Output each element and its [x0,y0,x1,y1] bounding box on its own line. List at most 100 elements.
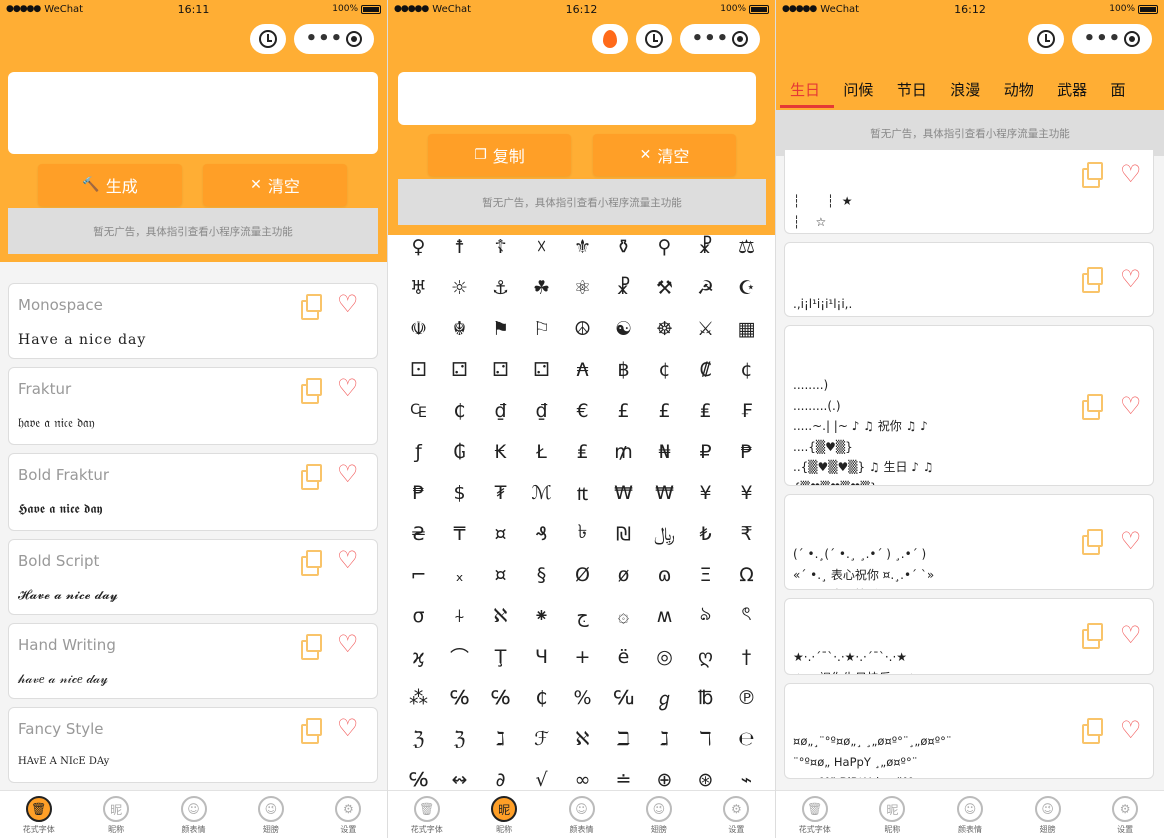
art-card[interactable]: ¤ø„¸¨°º¤ø„¸ ¸„ø¤º°¨¸„ø¤º°¨ ¨°º¤ø„ HaPpY … [784,683,1154,779]
symbol-cell[interactable]: ₵ [521,679,562,716]
symbol-cell[interactable]: ☮ [562,310,603,347]
symbol-cell[interactable]: ⁕ [521,597,562,634]
font-card[interactable]: Bold Fraktur 𝕳𝖆𝖛𝖊 𝖆 𝖓𝖎𝖈𝖊 𝖉𝖆𝖞 ♡ [8,453,378,531]
symbol-cell[interactable]: Ø [562,556,603,593]
symbol-cell[interactable]: ₦ [644,433,685,470]
text-input[interactable] [8,72,378,154]
symbol-cell[interactable]: ℗ [726,679,767,716]
symbol-cell[interactable]: ♅ [398,269,439,306]
symbol-cell[interactable]: ⍭ [439,597,480,634]
symbol-cell[interactable]: ¥ [726,474,767,511]
symbol-cell[interactable]: ۞ [603,597,644,634]
nickname-input[interactable] [398,72,756,125]
symbol-cell[interactable]: ₣ [726,392,767,429]
tab-wings[interactable]: 😉 翅膀 [620,791,697,838]
tab-wings[interactable]: 😉 翅膀 [1009,791,1087,838]
symbol-cell[interactable]: ฿ [603,351,644,388]
tab-emoticon[interactable]: ☺ 颜表情 [155,791,232,838]
tab-weapon[interactable]: 武器 [1057,68,1110,110]
tab-fancy-fonts[interactable]: 🗑 花式字体 [388,791,465,838]
symbol-cell[interactable]: ☧ [603,269,644,306]
symbol-cell[interactable]: ℱ [521,720,562,757]
symbol-cell[interactable]: ☬ [439,310,480,347]
clear-button[interactable]: ✕ 清空 [203,164,347,206]
miniprogram-capsule[interactable]: ••• [294,24,374,54]
symbol-cell[interactable]: σ [398,597,439,634]
symbol-cell[interactable]: ϗ [398,638,439,675]
copy-button[interactable] [1080,162,1108,190]
symbol-cell[interactable]: ℔ [685,679,726,716]
symbol-cell[interactable]: ☸ [644,310,685,347]
tab-face[interactable]: 面 [1111,68,1164,110]
favorite-heart-icon[interactable]: ♡ [337,716,359,740]
symbol-cell[interactable]: ℊ [644,679,685,716]
more-icon[interactable]: ••• [692,30,730,48]
symbol-cell[interactable]: ₶ [562,474,603,511]
symbol-cell[interactable]: ☪ [726,269,767,306]
symbol-cell[interactable]: ₱ [398,474,439,511]
art-card[interactable]: ┆ ┆ ★ ┆ ☆ ★ ☆ 祝你生日快乐! ♡ [784,150,1154,234]
symbol-cell[interactable]: ℨ [398,720,439,757]
symbol-cell[interactable]: ⚁ [480,351,521,388]
copy-button[interactable] [1080,718,1108,746]
favorite-heart-icon[interactable]: ♡ [1120,529,1142,553]
symbol-cell[interactable]: ◎ [644,638,685,675]
symbol-cell[interactable]: ℮ [726,720,767,757]
more-icon[interactable]: ••• [1084,30,1122,48]
symbol-cell[interactable]: ℅ [439,679,480,716]
symbol-cell[interactable]: ʍ [644,597,685,634]
more-icon[interactable]: ••• [306,30,344,48]
symbol-cell[interactable]: ⚔ [685,310,726,347]
tab-nickname[interactable]: 昵昵称 [77,791,154,838]
symbol-cell[interactable]: Ł [521,433,562,470]
favorite-heart-icon[interactable]: ♡ [1120,162,1142,186]
symbol-cell[interactable]: ⚒ [644,269,685,306]
symbol-cell[interactable]: ¢ [726,351,767,388]
symbol-cell[interactable]: ¥ [685,474,726,511]
symbol-cell[interactable]: ℅ [480,679,521,716]
symbol-cell[interactable]: ₫ [480,392,521,429]
symbol-cell[interactable]: ⚐ [521,310,562,347]
art-card[interactable]: ........) .........(.) .....~.| |~ ♪ ♫ 祝… [784,325,1154,486]
symbol-cell[interactable]: ⚑ [480,310,521,347]
history-button[interactable] [1028,24,1064,54]
favorite-heart-icon[interactable]: ♡ [1120,394,1142,418]
copy-button[interactable] [1080,529,1108,557]
symbol-cell[interactable]: ⌐ [398,556,439,593]
symbol-cell[interactable]: % [562,679,603,716]
tab-emoticon[interactable]: ☺ 颜表情 [543,791,620,838]
symbol-cell[interactable]: ⚱ [603,228,644,265]
font-card[interactable]: Monospace Have a nice day ♡ [8,283,378,359]
copy-button[interactable] [1080,623,1108,651]
art-card[interactable]: .,i¡l¹i¡i¹l¡i,. `"¹l¡|¡|¡l¹"` 么么哒😊，生日快乐!… [784,242,1154,317]
symbol-cell[interactable]: ƒ [398,433,439,470]
symbol-cell[interactable]: ℳ [521,474,562,511]
symbol-cell[interactable]: ৳ [562,515,603,552]
tab-fancy-fonts[interactable]: 🗑 花式字体 [776,791,854,838]
tab-animal[interactable]: 动物 [1004,68,1057,110]
favorite-heart-icon[interactable]: ♡ [337,376,359,400]
symbol-cell[interactable]: ☧ [685,228,726,265]
miniprogram-capsule[interactable]: ••• [1072,24,1152,54]
symbol-cell[interactable]: ë [603,638,644,675]
art-card[interactable]: ★·.·´¯`·.·★·.·´¯`·.·★ ★ ...祝你生日快乐... ★ ★… [784,598,1154,675]
tab-settings[interactable]: ⚙ 设置 [310,791,387,838]
symbol-cell[interactable]: § [521,556,562,593]
symbol-cell[interactable]: ☨ [439,228,480,265]
symbol-cell[interactable]: ℨ [439,720,480,757]
symbol-cell[interactable]: ঌ [685,597,726,634]
symbol-cell[interactable]: Ξ [685,556,726,593]
symbol-cell[interactable]: ₤ [562,433,603,470]
symbol-cell[interactable]: ₥ [603,433,644,470]
copy-button[interactable] [299,294,327,322]
favorite-heart-icon[interactable]: ♡ [1120,623,1142,647]
favorite-heart-icon[interactable]: ♡ [337,292,359,316]
close-target-icon[interactable] [732,31,749,47]
symbol-cell[interactable]: ⚁ [439,351,480,388]
symbol-cell[interactable]: ℆ [603,679,644,716]
symbol-cell[interactable]: ₽ [685,433,726,470]
copy-button[interactable] [1080,267,1108,295]
symbol-cell[interactable]: ☫ [398,310,439,347]
symbol-cell[interactable]: ₠ [398,392,439,429]
symbol-cell[interactable]: ₲ [439,433,480,470]
